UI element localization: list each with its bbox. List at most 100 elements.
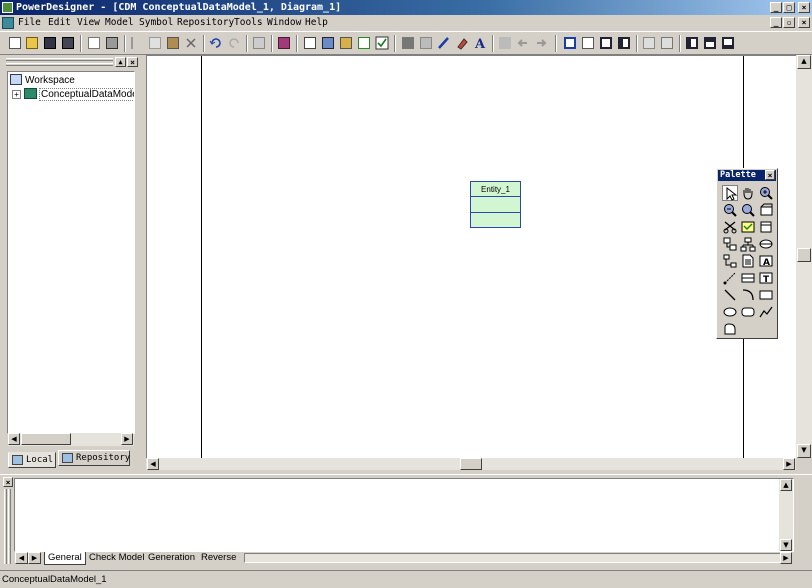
rounded-rectangle-icon[interactable] — [740, 304, 756, 320]
output-text-area[interactable]: ▲ ▼ — [14, 478, 794, 552]
menu-tools[interactable]: Tools — [234, 16, 263, 30]
grabber-icon[interactable] — [740, 185, 756, 201]
cut-icon[interactable] — [129, 35, 145, 51]
cascade-icon[interactable] — [659, 35, 675, 51]
line-icon[interactable] — [722, 287, 738, 303]
scroll-left-icon[interactable]: ◀ — [147, 458, 159, 470]
menu-model[interactable]: Model — [105, 16, 134, 30]
scroll-up-icon[interactable]: ▲ — [780, 479, 792, 491]
paste-icon[interactable] — [165, 35, 181, 51]
inheritance-icon[interactable] — [740, 236, 756, 252]
palette-close-button[interactable]: × — [765, 170, 775, 180]
group-icon[interactable] — [497, 35, 513, 51]
line-style-icon[interactable] — [418, 35, 434, 51]
browser-close-button[interactable]: × — [127, 57, 138, 67]
diagram-canvas[interactable] — [146, 55, 796, 458]
edit-icon[interactable] — [302, 35, 318, 51]
association-icon[interactable] — [758, 236, 774, 252]
distribute-icon[interactable] — [580, 35, 596, 51]
tab-check-model[interactable]: Check Model — [86, 552, 147, 565]
forward-icon[interactable] — [533, 35, 549, 51]
entity-symbol[interactable]: Entity_1 — [470, 181, 521, 228]
v-scroll-thumb[interactable] — [797, 248, 811, 262]
expand-icon[interactable]: + — [12, 90, 21, 99]
text-frame-icon[interactable]: A — [758, 253, 774, 269]
scroll-right-icon[interactable]: ▶ — [121, 433, 133, 445]
file-icon[interactable] — [740, 253, 756, 269]
menu-file[interactable]: File — [18, 16, 41, 30]
refresh-icon[interactable] — [356, 35, 372, 51]
relationship-icon[interactable] — [722, 253, 738, 269]
pen-icon[interactable] — [436, 35, 452, 51]
tab-reverse[interactable]: Reverse — [198, 552, 239, 565]
h-scroll-thumb[interactable] — [460, 458, 482, 470]
doc-minimize-button[interactable]: _ — [770, 17, 782, 28]
menu-help[interactable]: Help — [305, 16, 328, 30]
zoom-out-icon[interactable] — [722, 202, 738, 218]
zoom-icon[interactable] — [740, 202, 756, 218]
check-model-icon[interactable] — [374, 35, 390, 51]
back-icon[interactable] — [515, 35, 531, 51]
entity-tool-icon[interactable] — [722, 236, 738, 252]
browser-minimize-button[interactable]: ▲ — [115, 57, 126, 67]
split-view-icon[interactable] — [616, 35, 632, 51]
menu-view[interactable]: View — [77, 16, 100, 30]
window-layout-icon[interactable] — [598, 35, 614, 51]
open-package-icon[interactable] — [758, 202, 774, 218]
table-icon[interactable] — [740, 270, 756, 286]
polyline-icon[interactable] — [758, 304, 774, 320]
text-icon[interactable]: T — [758, 270, 774, 286]
output-h-scrollbar[interactable] — [244, 553, 790, 563]
redo-icon[interactable] — [226, 35, 242, 51]
link-icon[interactable] — [722, 270, 738, 286]
browser-toggle-icon[interactable] — [684, 35, 700, 51]
doc-restore-button[interactable]: ▫ — [783, 17, 795, 28]
generate-icon[interactable] — [320, 35, 336, 51]
arc-icon[interactable] — [740, 287, 756, 303]
fill-color-icon[interactable] — [400, 35, 416, 51]
scroll-down-icon[interactable]: ▼ — [797, 444, 811, 458]
tab-scroll-right-icon[interactable]: ▶ — [28, 552, 41, 564]
output-close-button[interactable]: × — [3, 477, 13, 487]
canvas-h-scrollbar[interactable]: ◀ ▶ — [146, 458, 796, 470]
repository-icon[interactable] — [276, 35, 292, 51]
scroll-right-icon[interactable]: ▶ — [780, 552, 792, 564]
copy-icon[interactable] — [147, 35, 163, 51]
tab-repository[interactable]: Repository — [58, 450, 130, 466]
tree-item-workspace[interactable]: Workspace — [10, 74, 75, 88]
print-preview-icon[interactable] — [86, 35, 102, 51]
tab-scroll-left-icon[interactable]: ◀ — [15, 552, 28, 564]
output-v-scrollbar[interactable]: ▲ ▼ — [779, 479, 793, 551]
browser-h-scrollbar[interactable]: ◀ ▶ — [8, 433, 134, 446]
menu-window[interactable]: Window — [267, 16, 301, 30]
scroll-thumb[interactable] — [21, 433, 71, 445]
tab-general[interactable]: General — [44, 552, 86, 565]
undo-icon[interactable] — [208, 35, 224, 51]
cut-tool-icon[interactable] — [722, 219, 738, 235]
output-toggle-icon[interactable] — [702, 35, 718, 51]
delete-icon[interactable] — [183, 35, 199, 51]
scroll-right-icon[interactable]: ▶ — [783, 458, 795, 470]
tab-local[interactable]: Local — [8, 452, 56, 468]
polygon-icon[interactable] — [722, 321, 738, 337]
print-icon[interactable] — [104, 35, 120, 51]
tile-icon[interactable] — [641, 35, 657, 51]
properties-tool-icon[interactable] — [740, 219, 756, 235]
new-icon[interactable] — [7, 35, 23, 51]
canvas-v-scrollbar[interactable]: ▲ ▼ — [796, 55, 812, 458]
scroll-up-icon[interactable]: ▲ — [797, 55, 811, 69]
palette-title[interactable]: Palette × — [718, 170, 776, 181]
palette-window[interactable]: Palette × A T — [716, 168, 778, 339]
menu-edit[interactable]: Edit — [48, 16, 71, 30]
scroll-down-icon[interactable]: ▼ — [780, 539, 792, 551]
zoom-in-icon[interactable] — [758, 185, 774, 201]
scroll-left-icon[interactable]: ◀ — [8, 433, 20, 445]
save-all-icon[interactable] — [60, 35, 76, 51]
document-icon[interactable] — [2, 17, 14, 29]
menu-repository[interactable]: Repository — [177, 16, 234, 30]
menu-symbol[interactable]: Symbol — [139, 16, 173, 30]
maximize-button[interactable]: □ — [783, 2, 795, 13]
tree-item-model[interactable]: + ConceptualDataModel_1 — [12, 88, 134, 102]
doc-close-button[interactable]: × — [798, 17, 810, 28]
ellipse-icon[interactable] — [722, 304, 738, 320]
